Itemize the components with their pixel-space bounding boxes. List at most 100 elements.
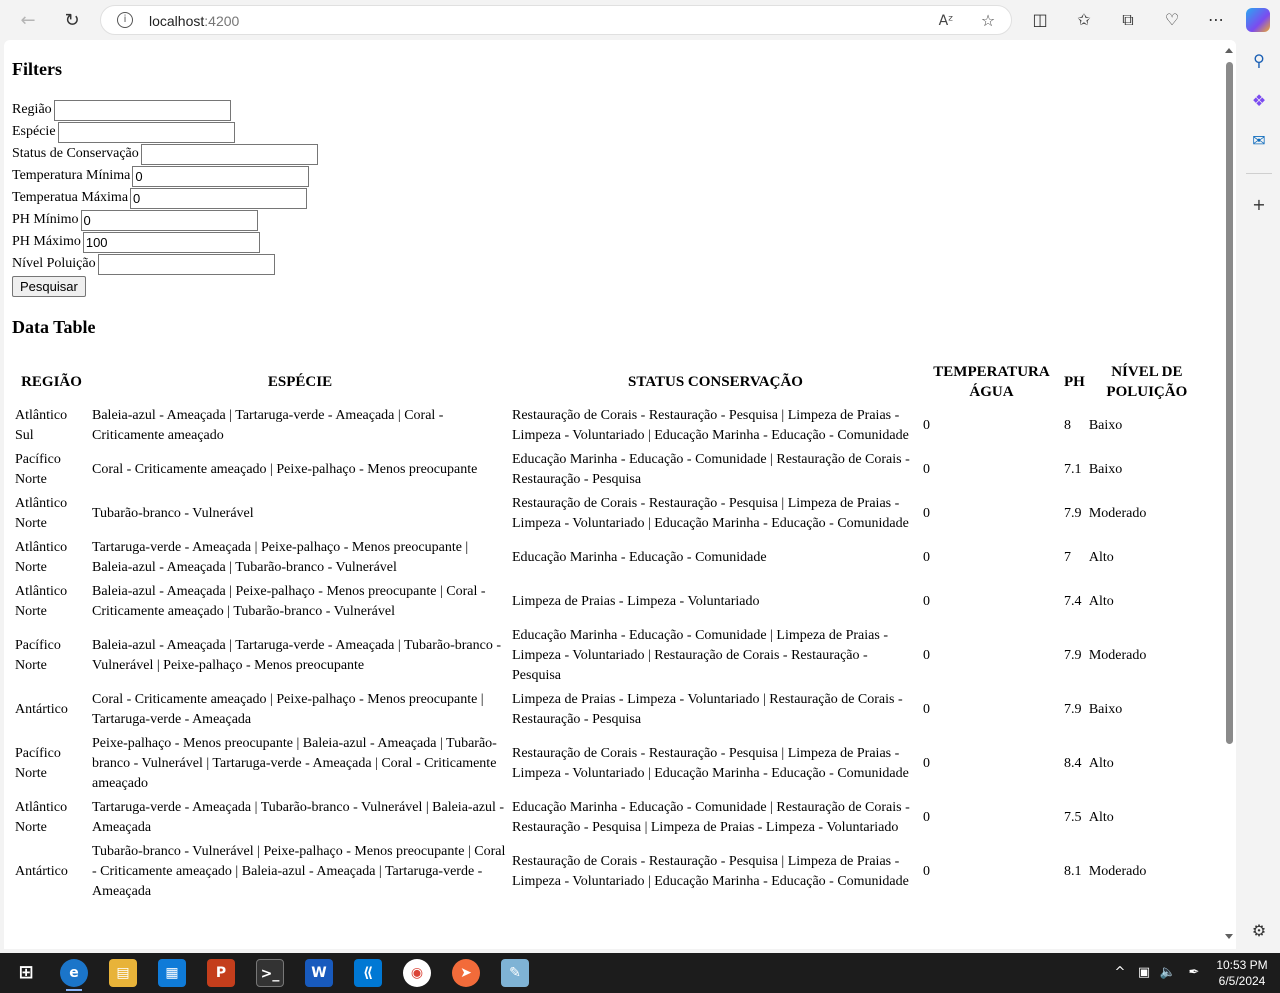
filter-label: Nível Poluição: [12, 256, 96, 271]
collections-icon[interactable]: ⧉: [1116, 8, 1140, 32]
cell-especie: Baleia-azul - Ameaçada | Tartaruga-verde…: [92, 408, 444, 443]
windows-start-icon[interactable]: ⊞: [12, 959, 40, 987]
cell-temperatura: 0: [923, 550, 930, 565]
postman-icon[interactable]: ➤: [452, 959, 480, 987]
cell-regiao: Atlântico Norte: [15, 800, 68, 835]
page-scrollbar[interactable]: [1222, 40, 1236, 949]
cell-ph: 8.4: [1064, 756, 1082, 771]
table-row: Antártico Coral - Criticamente ameaçado …: [14, 689, 1206, 731]
table-row: Atlântico Norte Tartaruga-verde - Ameaça…: [14, 797, 1206, 839]
filter-temp-min: Temperatura Mínima: [12, 165, 318, 187]
network-icon[interactable]: ▣: [1134, 963, 1154, 983]
cell-poluicao: Moderado: [1088, 864, 1147, 879]
copilot-sidebar-icon[interactable]: ❖: [1248, 90, 1270, 112]
back-arrow-icon[interactable]: ←: [13, 6, 43, 34]
more-icon[interactable]: ⋯: [1204, 8, 1228, 32]
cell-poluicao: Baixo: [1088, 418, 1123, 433]
header-especie: Espécie: [267, 374, 333, 390]
terminal-icon[interactable]: >_: [256, 959, 284, 987]
outlook-icon[interactable]: ✉: [1248, 130, 1270, 152]
table-row: Atlântico Sul Baleia-azul - Ameaçada | T…: [14, 405, 1206, 447]
cell-temperatura: 0: [923, 702, 930, 717]
cell-temperatura: 0: [923, 462, 930, 477]
cell-especie: Baleia-azul - Ameaçada | Peixe-palhaço -…: [92, 584, 486, 619]
chrome-icon[interactable]: ◉: [403, 959, 431, 987]
header-poluicao: Nível de Poluição: [1106, 364, 1188, 400]
file-explorer-icon[interactable]: ▤: [109, 959, 137, 987]
scroll-up-arrow-icon[interactable]: [1225, 48, 1233, 53]
especie-input[interactable]: [57, 121, 235, 143]
table-row: Pacífico Norte Peixe-palhaço - Menos pre…: [14, 733, 1206, 795]
star-icon[interactable]: ☆: [977, 10, 999, 32]
cell-regiao: Atlântico Norte: [15, 496, 68, 531]
edge-icon[interactable]: e: [60, 959, 88, 987]
regiao-input[interactable]: [53, 99, 231, 121]
info-icon[interactable]: i: [117, 12, 133, 28]
filter-regiao: Região: [12, 99, 318, 121]
system-clock[interactable]: 10:53 PM 6/5/2024: [1212, 957, 1272, 989]
table-row: Atlântico Norte Baleia-azul - Ameaçada |…: [14, 581, 1206, 623]
filter-label: PH Máximo: [12, 234, 81, 249]
cell-status: Restauração de Corais - Restauração - Pe…: [512, 496, 909, 531]
browser-toolbar: ← ↻ i localhost:4200 Aᶻ ☆ ◫ ✩ ⧉ ♡ ⋯: [0, 0, 1280, 40]
search-button[interactable]: Pesquisar: [12, 276, 86, 297]
pen-icon[interactable]: ✒: [1184, 963, 1204, 983]
clock-date: 6/5/2024: [1218, 974, 1266, 988]
address-bar[interactable]: i localhost:4200 Aᶻ ☆: [100, 5, 1012, 35]
filter-label: Status de Conservação: [12, 146, 139, 161]
filters-title: Filters: [12, 59, 62, 79]
settings-icon[interactable]: ⚙: [1248, 920, 1270, 942]
page-content: Filters Região Espécie Status de Conserv…: [4, 40, 1222, 949]
status-input[interactable]: [140, 143, 318, 165]
scroll-down-arrow-icon[interactable]: [1225, 934, 1233, 939]
store-icon[interactable]: ▦: [158, 959, 186, 987]
notes-app-icon[interactable]: ✎: [501, 959, 529, 987]
volume-muted-icon[interactable]: 🔈: [1158, 963, 1178, 983]
cell-poluicao: Alto: [1088, 756, 1114, 771]
cell-ph: 7.1: [1064, 462, 1082, 477]
cell-temperatura: 0: [923, 648, 930, 663]
url-text[interactable]: localhost:4200: [149, 13, 239, 29]
read-aloud-icon[interactable]: Aᶻ: [935, 10, 957, 32]
active-app-indicator: [66, 989, 82, 991]
refresh-icon[interactable]: ↻: [57, 6, 87, 34]
cell-status: Limpeza de Praias - Limpeza - Voluntaria…: [512, 692, 903, 727]
cell-temperatura: 0: [923, 594, 930, 609]
cell-poluicao: Alto: [1088, 550, 1114, 565]
cell-ph: 7.9: [1064, 648, 1082, 663]
cell-regiao: Atlântico Norte: [15, 540, 68, 575]
search-icon[interactable]: ⚲: [1248, 50, 1270, 72]
filter-status: Status de Conservação: [12, 143, 318, 165]
split-screen-icon[interactable]: ◫: [1028, 8, 1052, 32]
favorites-icon[interactable]: ✩: [1072, 8, 1096, 32]
cell-especie: Tubarão-branco - Vulnerável | Peixe-palh…: [92, 844, 506, 899]
table-header-row: Região Espécie Status Conservação Temper…: [14, 361, 1206, 403]
temp-min-input[interactable]: [132, 165, 310, 187]
cell-especie: Baleia-azul - Ameaçada | Tartaruga-verde…: [92, 638, 502, 673]
word-icon[interactable]: W: [305, 959, 333, 987]
powerpoint-icon[interactable]: P: [207, 959, 235, 987]
temp-max-input[interactable]: [130, 187, 308, 209]
filter-label: Temperatura Mínima: [12, 168, 131, 183]
cell-regiao: Atlântico Norte: [15, 584, 68, 619]
ph-min-input[interactable]: [80, 209, 258, 231]
cell-status: Limpeza de Praias - Limpeza - Voluntaria…: [512, 594, 760, 609]
heartbeat-icon[interactable]: ♡: [1160, 8, 1184, 32]
cell-poluicao: Baixo: [1088, 702, 1123, 717]
cell-ph: 8: [1064, 418, 1071, 433]
scroll-thumb[interactable]: [1226, 62, 1233, 744]
table-row: Pacífico Norte Baleia-azul - Ameaçada | …: [14, 625, 1206, 687]
vscode-icon[interactable]: ⟪: [354, 959, 382, 987]
table-title: Data Table: [12, 317, 96, 337]
ph-max-input[interactable]: [82, 231, 260, 253]
poluicao-input[interactable]: [97, 253, 275, 275]
filter-poluicao: Nível Poluição: [12, 253, 318, 275]
table-row: Atlântico Norte Tubarão-branco - Vulnerá…: [14, 493, 1206, 535]
cell-especie: Tubarão-branco - Vulnerável: [92, 506, 254, 521]
chevron-up-icon[interactable]: ^: [1110, 963, 1130, 983]
filter-label: Temperatua Máxima: [12, 190, 129, 205]
add-icon[interactable]: +: [1248, 194, 1270, 216]
url-port: :4200: [204, 13, 240, 29]
cell-especie: Peixe-palhaço - Menos preocupante | Bale…: [92, 736, 497, 791]
copilot-icon[interactable]: [1246, 8, 1270, 32]
